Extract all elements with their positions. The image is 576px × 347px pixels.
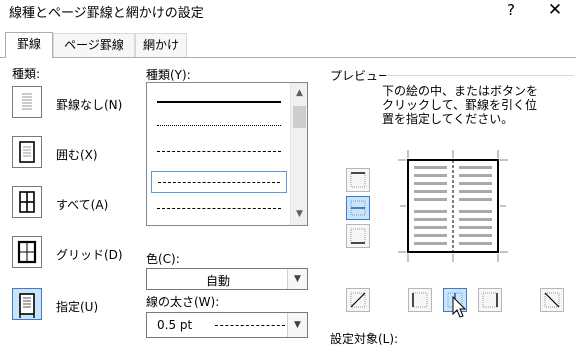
width-label: 線の太さ(W): [146, 295, 220, 309]
width-dropdown[interactable]: 0.5 pt ▼ [146, 312, 308, 338]
border-right-button[interactable] [478, 288, 502, 312]
kind-none-button[interactable] [12, 86, 42, 118]
preview-divider [386, 75, 574, 76]
kind-grid-label[interactable]: グリッド(D) [56, 246, 123, 263]
mouse-cursor-icon [452, 296, 467, 318]
kind-label: 種類: [12, 67, 41, 81]
tab-borders[interactable]: 罫線 [5, 32, 53, 58]
kind-custom-label[interactable]: 指定(U) [56, 298, 98, 315]
style-label: 種類(Y): [146, 68, 191, 82]
tab-page-border[interactable]: ページ罫線 [53, 33, 135, 57]
style-option-dashed[interactable] [151, 171, 287, 193]
border-top-icon [350, 172, 366, 188]
border-bottom-button[interactable] [346, 224, 370, 248]
diagonal-down-icon [544, 292, 560, 308]
scroll-thumb[interactable] [293, 106, 306, 128]
scroll-up-arrow-icon[interactable]: ▲ [291, 85, 308, 102]
style-option-dotted[interactable] [151, 114, 287, 136]
no-border-icon [22, 93, 32, 110]
kind-custom-button[interactable] [12, 288, 42, 320]
tab-divider [0, 57, 576, 58]
apply-to-label: 設定対象(L): [330, 332, 399, 346]
kind-box-button[interactable] [12, 136, 42, 168]
kind-all-button[interactable] [12, 186, 42, 218]
border-diagonal-down-button[interactable] [540, 288, 564, 312]
style-scrollbar[interactable]: ▲ ▼ [290, 83, 307, 225]
border-right-icon [482, 292, 498, 308]
scroll-down-arrow-icon[interactable]: ▼ [291, 206, 308, 223]
kind-all-label[interactable]: すべて(A) [56, 196, 108, 213]
width-value: 0.5 pt [157, 318, 193, 332]
all-borders-icon [19, 191, 35, 213]
help-button[interactable]: ? [500, 1, 522, 21]
style-option-solid[interactable] [151, 90, 287, 112]
border-inside-horizontal-icon [350, 200, 366, 216]
style-listbox[interactable]: ▲ ▼ [146, 82, 308, 226]
grid-border-icon [17, 240, 37, 264]
color-label: 色(C): [146, 252, 180, 266]
border-diagonal-up-button[interactable] [346, 288, 370, 312]
style-option-dash-dot[interactable] [151, 197, 287, 219]
kind-none-label[interactable]: 罫線なし(N) [56, 96, 122, 113]
kind-box-label[interactable]: 囲む(X) [56, 146, 98, 163]
preview-label: プレビュー [330, 69, 391, 83]
chevron-down-icon: ▼ [287, 313, 307, 337]
close-button[interactable]: ✕ [542, 0, 568, 22]
color-dropdown[interactable]: 自動 ▼ [146, 268, 308, 290]
width-line-sample [215, 325, 285, 326]
diagonal-up-icon [350, 292, 366, 308]
preview-instruction-2: クリックして、罫線を引く位 [382, 98, 538, 112]
box-border-icon [19, 141, 35, 163]
tab-shading[interactable]: 網かけ [135, 33, 187, 57]
custom-border-icon [19, 293, 35, 318]
style-option-dashed-small[interactable] [151, 140, 287, 162]
border-left-button[interactable] [408, 288, 432, 312]
kind-grid-button[interactable] [12, 236, 42, 268]
border-bottom-icon [350, 228, 366, 244]
border-top-button[interactable] [346, 168, 370, 192]
border-inside-horizontal-button[interactable] [346, 196, 370, 220]
dialog-title: 線種とページ罫線と網かけの設定 [9, 6, 204, 21]
preview-instruction-1: 下の絵の中、またはボタンを [382, 84, 539, 98]
border-preview-diagram[interactable] [398, 150, 508, 262]
border-left-icon [412, 292, 428, 308]
preview-instruction-3: 置を指定してください。 [382, 112, 514, 126]
color-value: 自動 [205, 274, 230, 288]
chevron-down-icon: ▼ [287, 269, 307, 289]
